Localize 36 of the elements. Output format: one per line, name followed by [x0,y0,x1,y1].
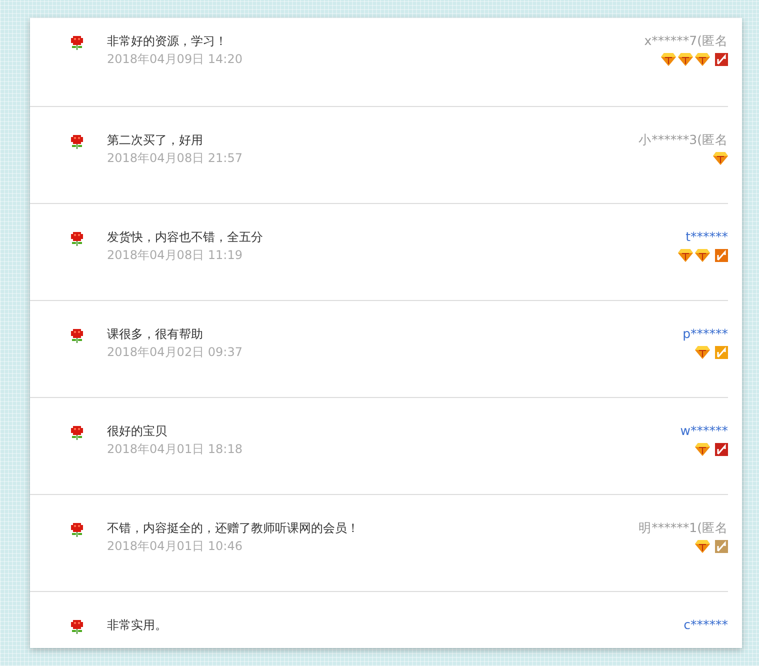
review-text: 课很多，很有帮助 [107,326,204,343]
gem-icon [695,442,710,456]
review-date: 2018年04月08日 21:57 [107,150,244,167]
review-text: 不错，内容挺全的，还赠了教师听课网的会员！ [107,520,360,537]
review-date: 2018年04月08日 11:19 [107,247,244,264]
user-name: w****** [680,422,728,440]
gem-icon [661,52,676,66]
review-text: 非常实用。 [107,617,168,634]
review-date: 2018年04月01日 10:46 [107,538,244,555]
gem-icon [678,52,693,66]
flower-icon [68,33,86,51]
flower-icon [68,520,86,538]
gem-icon [713,151,728,165]
gem-icon [678,248,693,262]
gem-icon [695,248,710,262]
review-date: 2018年04月01日 18:18 [107,441,244,458]
user-name: 小******3(匿名 [638,131,728,149]
gem-icon [695,539,710,553]
flower-icon [68,326,86,344]
review-date: 2018年04月09日 14:20 [107,51,244,68]
review-date: 2018年04月02日 09:37 [107,344,244,361]
user-name: p****** [682,325,728,343]
flower-icon [68,229,86,247]
gem-icon [695,52,710,66]
user-name: t****** [686,228,728,246]
flower-icon [68,132,86,150]
review-text: 非常好的资源，学习！ [107,33,228,50]
review-text: 第二次买了，好用 [107,132,204,149]
flower-icon [68,617,86,635]
gem-icon [695,345,710,359]
user-name: c****** [684,616,728,634]
review-text: 很好的宝贝 [107,423,168,440]
flower-icon [68,423,86,441]
review-text: 发货快，内容也不错，全五分 [107,229,264,246]
user-name: x******7(匿名 [644,32,728,50]
user-name: 明******1(匿名 [638,519,728,537]
